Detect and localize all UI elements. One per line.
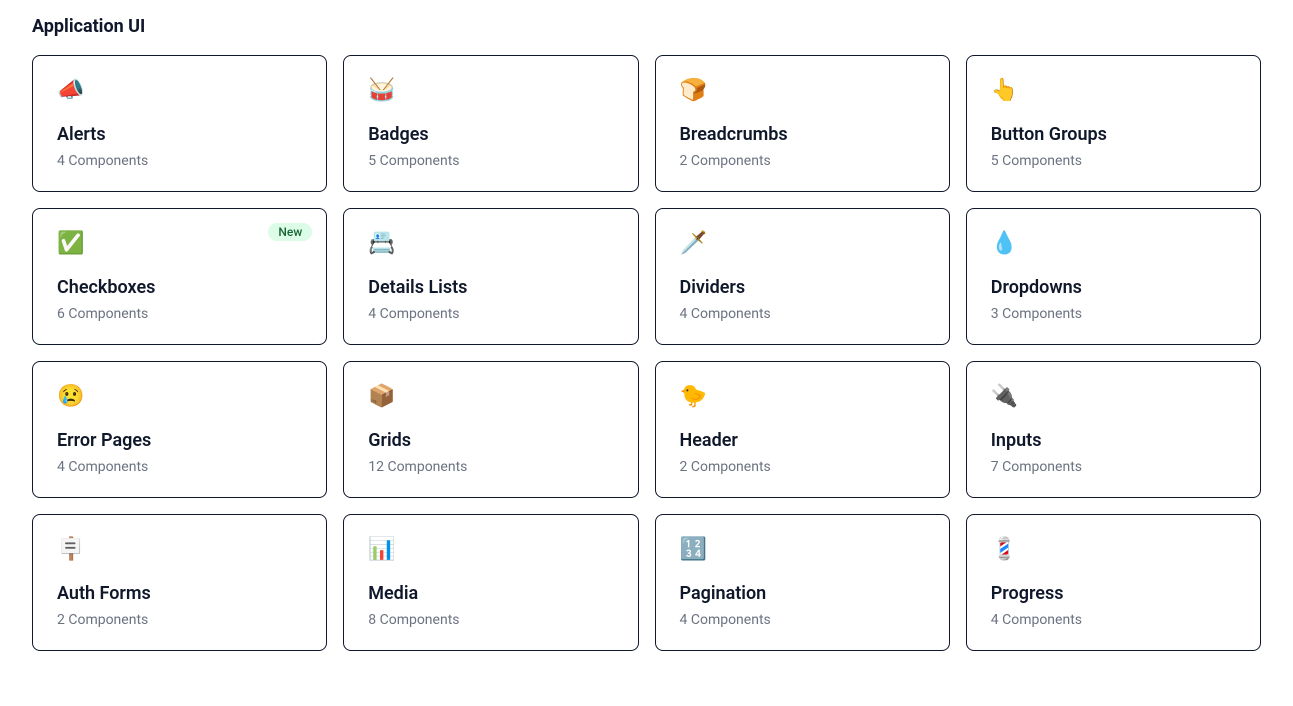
package-icon: 📦 [368, 386, 395, 408]
card-subtitle: 4 Components [57, 153, 302, 169]
card-progress[interactable]: 💈 Progress 4 Components [966, 514, 1261, 651]
card-index-icon: 📇 [368, 233, 395, 255]
card-title: Media [368, 583, 613, 604]
card-button-groups[interactable]: 👆 Button Groups 5 Components [966, 55, 1261, 192]
card-title: Header [680, 430, 925, 451]
card-title: Progress [991, 583, 1236, 604]
card-subtitle: 4 Components [57, 459, 302, 475]
barber-pole-icon: 💈 [991, 539, 1018, 561]
card-dividers[interactable]: 🗡️ Dividers 4 Components [655, 208, 950, 345]
card-error-pages[interactable]: 😢 Error Pages 4 Components [32, 361, 327, 498]
card-pagination[interactable]: 🔢 Pagination 4 Components [655, 514, 950, 651]
electric-plug-icon: 🔌 [991, 386, 1018, 408]
dagger-icon: 🗡️ [680, 233, 707, 255]
card-title: Checkboxes [57, 277, 302, 298]
card-title: Button Groups [991, 124, 1236, 145]
card-subtitle: 4 Components [680, 306, 925, 322]
pointing-up-icon: 👆 [991, 80, 1018, 102]
card-subtitle: 6 Components [57, 306, 302, 322]
card-title: Alerts [57, 124, 302, 145]
card-dropdowns[interactable]: 💧 Dropdowns 3 Components [966, 208, 1261, 345]
component-grid: 📣 Alerts 4 Components 🥁 Badges 5 Components 🍞 B… [32, 55, 1261, 651]
card-title: Inputs [991, 430, 1236, 451]
card-subtitle: 2 Components [57, 612, 302, 628]
badge-new: New [268, 223, 312, 241]
placard-icon: 🪧 [57, 539, 84, 561]
card-title: Pagination [680, 583, 925, 604]
droplet-icon: 💧 [991, 233, 1018, 255]
page-title: Application UI [32, 16, 1261, 37]
card-subtitle: 2 Components [680, 153, 925, 169]
card-title: Badges [368, 124, 613, 145]
card-subtitle: 12 Components [368, 459, 613, 475]
card-subtitle: 5 Components [368, 153, 613, 169]
card-breadcrumbs[interactable]: 🍞 Breadcrumbs 2 Components [655, 55, 950, 192]
crying-face-icon: 😢 [57, 386, 84, 408]
card-details-lists[interactable]: 📇 Details Lists 4 Components [343, 208, 638, 345]
card-subtitle: 4 Components [368, 306, 613, 322]
card-title: Auth Forms [57, 583, 302, 604]
baby-chick-icon: 🐤 [680, 386, 707, 408]
bread-icon: 🍞 [680, 80, 707, 102]
drum-icon: 🥁 [368, 80, 395, 102]
card-badges[interactable]: 🥁 Badges 5 Components [343, 55, 638, 192]
card-title: Dropdowns [991, 277, 1236, 298]
card-subtitle: 4 Components [680, 612, 925, 628]
card-subtitle: 7 Components [991, 459, 1236, 475]
card-alerts[interactable]: 📣 Alerts 4 Components [32, 55, 327, 192]
input-numbers-icon: 🔢 [680, 539, 707, 561]
card-title: Dividers [680, 277, 925, 298]
card-media[interactable]: 📊 Media 8 Components [343, 514, 638, 651]
megaphone-icon: 📣 [57, 80, 84, 102]
card-title: Details Lists [368, 277, 613, 298]
card-subtitle: 8 Components [368, 612, 613, 628]
card-subtitle: 4 Components [991, 612, 1236, 628]
card-subtitle: 5 Components [991, 153, 1236, 169]
card-subtitle: 2 Components [680, 459, 925, 475]
card-title: Breadcrumbs [680, 124, 925, 145]
card-grids[interactable]: 📦 Grids 12 Components [343, 361, 638, 498]
card-title: Grids [368, 430, 613, 451]
bar-chart-icon: 📊 [368, 539, 395, 561]
card-auth-forms[interactable]: 🪧 Auth Forms 2 Components [32, 514, 327, 651]
check-icon: ✅ [57, 233, 84, 255]
card-subtitle: 3 Components [991, 306, 1236, 322]
card-header[interactable]: 🐤 Header 2 Components [655, 361, 950, 498]
card-title: Error Pages [57, 430, 302, 451]
card-checkboxes[interactable]: New ✅ Checkboxes 6 Components [32, 208, 327, 345]
card-inputs[interactable]: 🔌 Inputs 7 Components [966, 361, 1261, 498]
